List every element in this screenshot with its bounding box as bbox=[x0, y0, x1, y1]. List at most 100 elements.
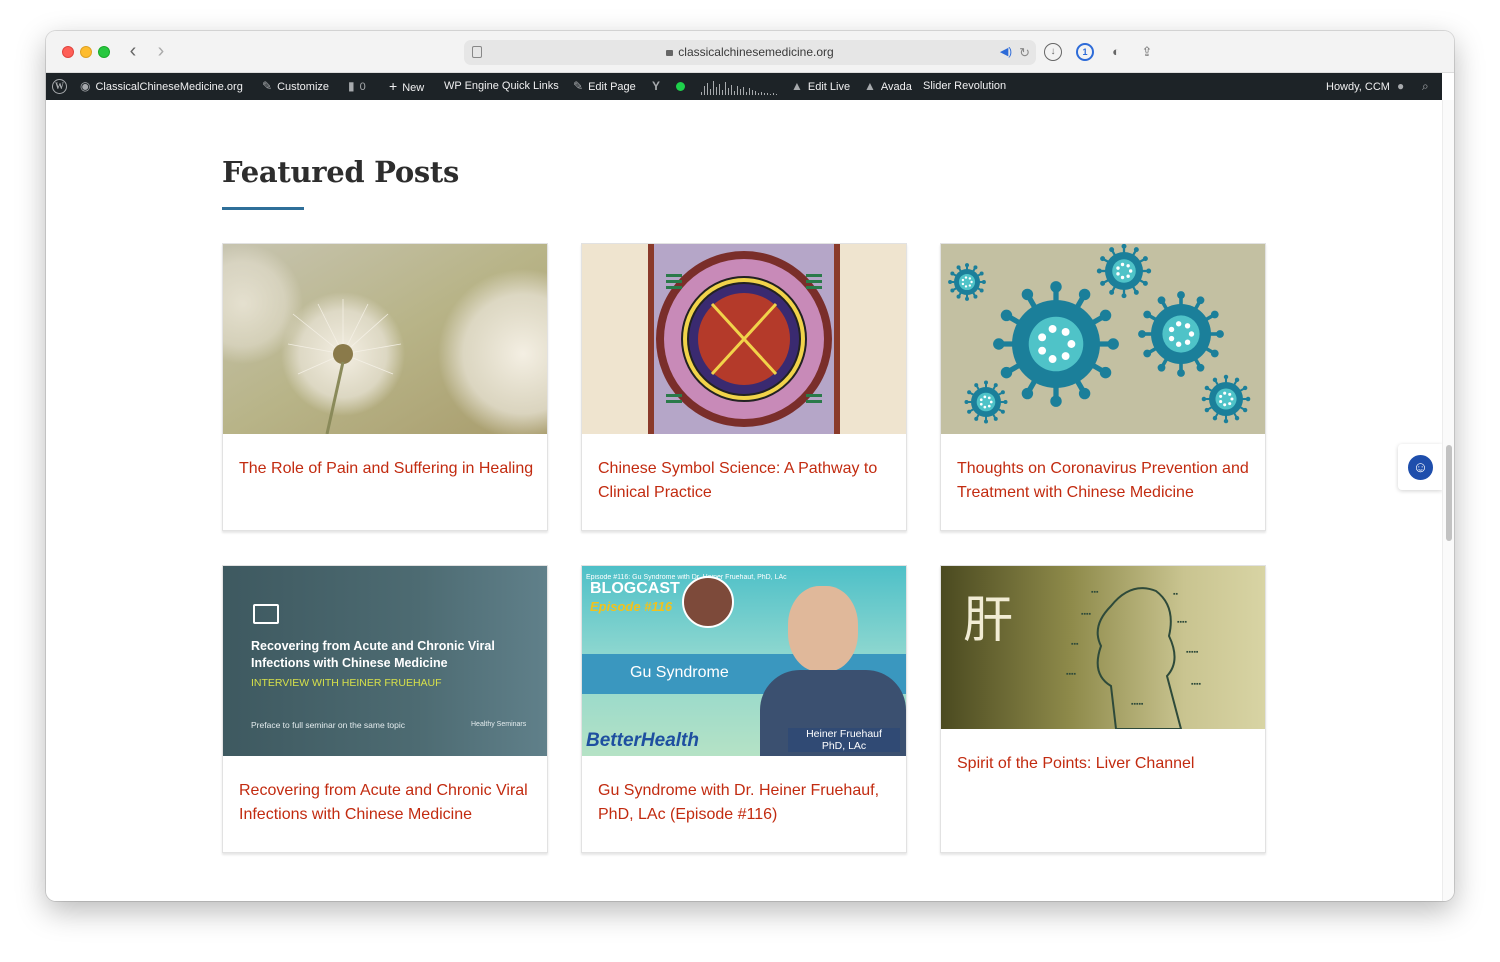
reload-icon[interactable]: ↻ bbox=[1019, 40, 1030, 65]
page-content: Featured Posts The Role of Pain and Suff… bbox=[46, 100, 1442, 901]
scrollbar-thumb[interactable] bbox=[1446, 445, 1452, 541]
post-thumbnail[interactable]: Recovering from Acute and Chronic Viral … bbox=[223, 566, 547, 756]
yoast-icon[interactable]: Y bbox=[652, 73, 665, 100]
adminbar-slider-revolution[interactable]: Slider Revolution bbox=[923, 73, 1006, 100]
post-title-link[interactable]: Chinese Symbol Science: A Pathway to Cli… bbox=[598, 457, 894, 505]
guest-credentials: PhD, LAc bbox=[821, 740, 867, 752]
seminar-note: Preface to full seminar on the same topi… bbox=[251, 720, 406, 730]
graduation-cap-icon bbox=[253, 604, 279, 624]
guest-avatar-image bbox=[682, 576, 734, 628]
svg-text:▪▪: ▪▪ bbox=[1173, 591, 1178, 598]
post-thumbnail[interactable]: 肝 ▪▪▪ ▪▪▪▪ ▪▪ ▪▪▪▪ ▪▪▪▪▪ ▪▪▪▪ ▪▪▪ ▪▪▪▪ ▪▪▪▪▪ bbox=[941, 566, 1265, 729]
pencil-icon: ✎ bbox=[573, 79, 584, 93]
post-thumbnail[interactable] bbox=[941, 244, 1265, 434]
episode-label: Episode #116 bbox=[590, 599, 673, 614]
adminbar-avada[interactable]: ▲ Avada bbox=[864, 73, 912, 100]
speaker-icon[interactable]: ◀) bbox=[1000, 40, 1012, 65]
post-card[interactable]: Episode #116: Gu Syndrome with Dr. Heine… bbox=[581, 565, 907, 853]
post-card[interactable]: Chinese Symbol Science: A Pathway to Cli… bbox=[581, 243, 907, 531]
dashboard-icon: ◉ bbox=[80, 79, 91, 93]
guest-face-image bbox=[788, 586, 858, 672]
post-thumbnail[interactable] bbox=[223, 244, 547, 434]
brush-icon: ✎ bbox=[262, 79, 273, 93]
guest-name: Heiner Fruehauf bbox=[806, 728, 882, 740]
svg-text:▪▪▪▪: ▪▪▪▪ bbox=[1081, 611, 1091, 618]
acupuncture-figure-image: ▪▪▪▪▪▪▪▪▪ ▪▪▪▪▪▪▪▪▪▪▪▪▪ ▪▪▪▪▪▪▪▪▪▪▪▪ bbox=[1066, 587, 1201, 729]
post-thumbnail[interactable] bbox=[582, 244, 906, 434]
forward-icon[interactable]: › bbox=[150, 40, 172, 64]
page-icon bbox=[472, 46, 482, 58]
seminar-brand: Healthy Seminars bbox=[471, 721, 527, 728]
adminbar-edit-page[interactable]: ✎ Edit Page bbox=[573, 73, 636, 100]
seo-status-dot bbox=[676, 82, 685, 91]
guest-caption: Heiner Fruehauf PhD, LAc bbox=[788, 728, 900, 752]
zoom-window-button[interactable] bbox=[98, 46, 110, 58]
section-title: Featured Posts bbox=[222, 155, 460, 189]
post-title-link[interactable]: Thoughts on Coronavirus Prevention and T… bbox=[957, 457, 1253, 505]
back-icon[interactable]: ‹ bbox=[122, 40, 144, 64]
comment-icon: ▮ bbox=[348, 79, 355, 93]
title-underline bbox=[222, 207, 304, 210]
post-title-link[interactable]: The Role of Pain and Suffering in Healin… bbox=[239, 457, 535, 481]
blogcast-label: BLOGCAST bbox=[590, 580, 680, 597]
svg-text:▪▪▪: ▪▪▪ bbox=[1091, 589, 1099, 596]
adminbar-search[interactable]: ⌕ bbox=[1422, 73, 1434, 100]
svg-text:▪▪▪: ▪▪▪ bbox=[1071, 641, 1079, 648]
post-thumbnail[interactable]: Episode #116: Gu Syndrome with Dr. Heine… bbox=[582, 566, 906, 756]
traffic-sparkline[interactable] bbox=[701, 79, 779, 95]
adminbar-slider-revolution-label: Slider Revolution bbox=[923, 80, 1007, 92]
post-card[interactable]: 肝 ▪▪▪ ▪▪▪▪ ▪▪ ▪▪▪▪ ▪▪▪▪▪ ▪▪▪▪ ▪▪▪ ▪▪▪▪ ▪▪▪▪▪ S… bbox=[940, 565, 1266, 853]
post-title-link[interactable]: Gu Syndrome with Dr. Heiner Fruehauf, Ph… bbox=[598, 779, 894, 827]
share-icon[interactable]: ⇪ bbox=[1138, 43, 1156, 61]
avada-logo-icon: ▲ bbox=[791, 79, 803, 93]
adminbar-quick-links-label: WP Engine Quick Links bbox=[444, 80, 559, 92]
symbol-wheel-image bbox=[582, 244, 906, 434]
adminbar-edit-live-label: Edit Live bbox=[807, 81, 851, 93]
post-card[interactable]: The Role of Pain and Suffering in Healin… bbox=[222, 243, 548, 531]
adminbar-customize[interactable]: ✎ Customize bbox=[262, 73, 329, 100]
adminbar-avada-label: Avada bbox=[880, 81, 912, 93]
adminbar-comments[interactable]: ▮ 0 bbox=[348, 73, 366, 100]
seminar-title: Recovering from Acute and Chronic Viral … bbox=[251, 639, 495, 670]
post-card[interactable]: Thoughts on Coronavirus Prevention and T… bbox=[940, 243, 1266, 531]
shield-icon[interactable]: ◐ bbox=[1107, 43, 1125, 61]
comments-count: 0 bbox=[359, 81, 366, 93]
svg-text:▪▪▪▪: ▪▪▪▪ bbox=[1191, 681, 1201, 688]
wp-admin-bar: W ◉ ClassicalChineseMedicine.org ✎ Customi… bbox=[46, 73, 1442, 100]
virus-illustration-image bbox=[941, 244, 1265, 434]
lock-icon bbox=[666, 50, 674, 56]
password-manager-icon[interactable]: 1 bbox=[1076, 43, 1094, 61]
post-card[interactable]: Recovering from Acute and Chronic Viral … bbox=[222, 565, 548, 853]
svg-text:▪▪▪▪: ▪▪▪▪ bbox=[1177, 619, 1187, 626]
svg-text:▪▪▪▪: ▪▪▪▪ bbox=[1066, 671, 1076, 678]
browser-window: ‹ › classicalchinesemedicine.org ◀) ↻ ↓ … bbox=[46, 31, 1454, 901]
brand-logo: BetterHealth bbox=[586, 730, 699, 751]
avada-icon: ▲ bbox=[864, 79, 876, 93]
adminbar-quick-links[interactable]: WP Engine Quick Links bbox=[444, 73, 559, 100]
seminar-subtitle: INTERVIEW WITH HEINER FRUEHAUF bbox=[251, 677, 442, 689]
adminbar-new[interactable]: + New bbox=[389, 73, 424, 100]
adminbar-account[interactable]: Howdy, CCM ● bbox=[1326, 73, 1404, 100]
adminbar-greeting: Howdy, CCM bbox=[1326, 81, 1390, 93]
address-bar[interactable]: classicalchinesemedicine.org ◀) ↻ bbox=[464, 40, 1036, 65]
adminbar-edit-live[interactable]: ▲ Edit Live bbox=[791, 73, 850, 100]
close-window-button[interactable] bbox=[62, 46, 74, 58]
minimize-window-button[interactable] bbox=[80, 46, 92, 58]
post-title-link[interactable]: Recovering from Acute and Chronic Viral … bbox=[239, 779, 535, 827]
adminbar-new-label: New bbox=[402, 82, 425, 94]
plus-icon: + bbox=[389, 78, 398, 94]
svg-text:▪▪▪▪▪: ▪▪▪▪▪ bbox=[1131, 701, 1144, 708]
search-icon: ⌕ bbox=[1422, 79, 1429, 93]
page-scrollbar[interactable] bbox=[1442, 100, 1454, 901]
adminbar-customize-label: Customize bbox=[277, 81, 330, 93]
accessibility-icon: ☺ bbox=[1408, 455, 1433, 480]
gu-syndrome-label: Gu Syndrome bbox=[630, 664, 729, 681]
adminbar-site-name[interactable]: ◉ ClassicalChineseMedicine.org bbox=[80, 73, 243, 100]
user-avatar-icon: ● bbox=[1396, 79, 1405, 93]
accessibility-button[interactable]: ☺ bbox=[1398, 444, 1442, 490]
browser-toolbar: ‹ › classicalchinesemedicine.org ◀) ↻ ↓ … bbox=[46, 31, 1454, 73]
post-title-link[interactable]: Spirit of the Points: Liver Channel bbox=[957, 752, 1253, 776]
download-icon[interactable]: ↓ bbox=[1044, 43, 1062, 61]
adminbar-site-name-label: ClassicalChineseMedicine.org bbox=[95, 81, 243, 93]
wordpress-logo-icon[interactable]: W bbox=[52, 79, 67, 94]
